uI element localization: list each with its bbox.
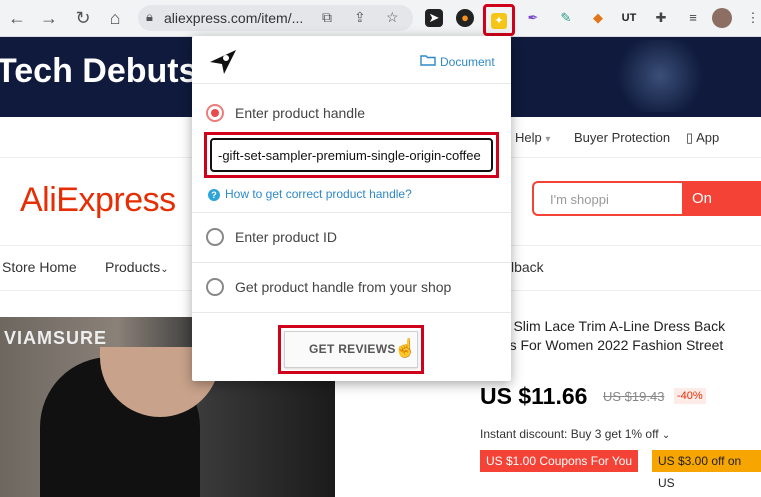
help-link[interactable]: ? How to get correct product handle?	[208, 187, 412, 201]
lock-icon: 🔒︎	[146, 9, 153, 24]
chevron-down-icon: ⌄	[661, 430, 671, 441]
nav-feedback[interactable]: lback	[511, 259, 544, 275]
folder-icon	[420, 54, 436, 69]
brand-watermark: VIAMSURE	[4, 328, 108, 348]
radio-product-id[interactable]	[206, 228, 224, 246]
product-price: US $11.66	[480, 383, 588, 409]
coupon-badge[interactable]: US $3.00 off on US	[652, 450, 761, 490]
nav-store-home[interactable]: Store Home	[2, 259, 77, 275]
edit-icon[interactable]: ✎	[555, 7, 577, 29]
translate-icon[interactable]: ⧉	[322, 9, 332, 26]
telegram-icon[interactable]: ➤	[425, 9, 443, 27]
fox-icon[interactable]: ◆	[587, 7, 609, 29]
button-highlight: GET REVIEWS ☝	[278, 325, 424, 374]
search-input[interactable]: I'm shoppi	[532, 181, 682, 216]
browser-toolbar: ← → ↻ ⌂ 🔒︎ aliexpress.com/item/... ⧉ ⇪ ☆…	[0, 0, 761, 37]
banner-title: Tech Debuts	[0, 52, 198, 90]
instant-discount[interactable]: Instant discount: Buy 3 get 1% off ⌄	[480, 427, 670, 441]
option-label: Get product handle from your shop	[235, 279, 452, 295]
url-text: aliexpress.com/item/...	[164, 10, 304, 26]
hand-cursor-icon: ☝	[394, 338, 417, 358]
product-handle-input[interactable]	[210, 138, 493, 172]
banner-product-image	[610, 40, 710, 112]
radio-shop-handle[interactable]	[206, 278, 224, 296]
discount-badge: -40%	[674, 388, 706, 404]
share-icon[interactable]: ⇪	[354, 9, 366, 26]
forward-icon[interactable]: →	[38, 7, 60, 29]
product-reviews-ext-icon[interactable]: ✦	[483, 4, 515, 36]
option-label: Enter product handle	[235, 105, 365, 121]
feather-icon[interactable]: ✒	[522, 7, 544, 29]
playlist-icon[interactable]: ≡	[682, 7, 704, 29]
reload-icon[interactable]: ↻	[72, 7, 94, 29]
chevron-down-icon: ⌄	[160, 264, 169, 275]
crypto-icon[interactable]: ●	[456, 9, 474, 27]
tasks-icon[interactable]: UT	[618, 7, 640, 29]
menu-icon[interactable]: ⋮	[742, 7, 761, 29]
address-bar[interactable]: 🔒︎ aliexpress.com/item/... ⧉ ⇪ ☆	[138, 5, 413, 31]
option-label: Enter product ID	[235, 229, 337, 245]
phone-icon: ▯	[686, 130, 694, 145]
nav-products[interactable]: Products⌄	[105, 259, 169, 275]
app-link[interactable]: ▯ App	[686, 130, 719, 146]
extension-logo-icon	[206, 46, 240, 81]
help-link[interactable]: Help ▾	[515, 130, 550, 145]
extension-popup: Document Enter product handle ?How to ge…	[192, 36, 511, 381]
radio-product-handle[interactable]	[206, 104, 224, 122]
search-button[interactable]: On AliExpr	[682, 181, 761, 242]
product-title: URE Slim Lace Trim A-Line Dress Back ess…	[480, 318, 726, 353]
avatar[interactable]	[712, 8, 732, 28]
back-icon[interactable]: ←	[6, 7, 28, 29]
question-icon: ?	[208, 189, 220, 201]
puzzle-icon[interactable]: ✚	[650, 7, 672, 29]
document-link[interactable]: Document	[420, 54, 495, 69]
home-icon[interactable]: ⌂	[104, 7, 126, 29]
handle-highlight	[204, 132, 499, 178]
bookmark-star-icon[interactable]: ☆	[386, 9, 399, 26]
buyer-protection-link[interactable]: Buyer Protection	[574, 130, 670, 145]
aliexpress-logo[interactable]: AliExpress	[20, 181, 176, 220]
original-price: US $19.43	[603, 389, 665, 404]
coupon-badge[interactable]: US $1.00 Coupons For You	[480, 450, 639, 472]
